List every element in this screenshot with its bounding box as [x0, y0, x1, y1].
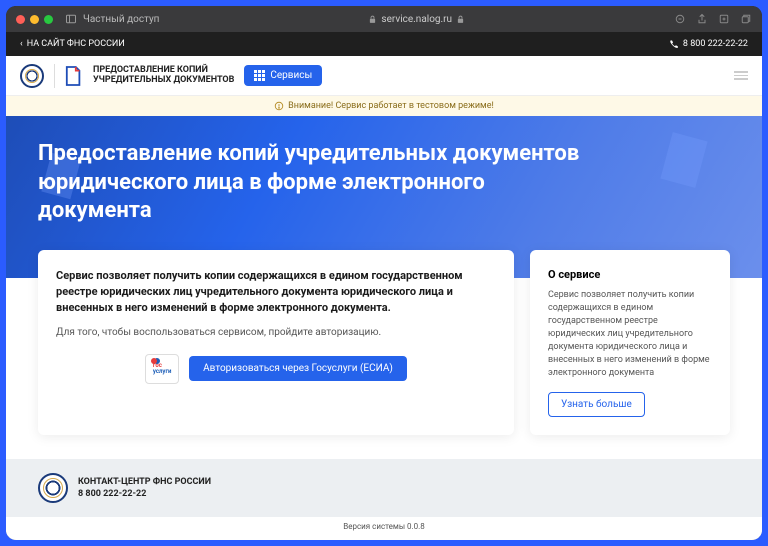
new-tab-icon[interactable]: [718, 13, 730, 25]
gosuslugi-dots-icon: [151, 358, 157, 364]
close-icon[interactable]: [16, 15, 25, 24]
divider: [54, 64, 55, 88]
auth-row: гос услуги Авторизоваться через Госуслуг…: [56, 354, 496, 384]
fns-emblem-icon: [20, 64, 44, 88]
reader-icon[interactable]: [674, 13, 686, 25]
minimize-icon[interactable]: [30, 15, 39, 24]
side-card-title: О сервисе: [548, 268, 712, 281]
phone-icon: [669, 39, 679, 49]
tab-label: Частный доступ: [83, 14, 159, 25]
service-title: ПРЕДОСТАВЛЕНИЕ КОПИЙ УЧРЕДИТЕЛЬНЫХ ДОКУМ…: [93, 66, 234, 86]
services-label: Сервисы: [270, 70, 312, 81]
auth-button[interactable]: Авторизоваться через Госуслуги (ЕСИА): [189, 356, 407, 381]
title-line2: УЧРЕДИТЕЛЬНЫХ ДОКУМЕНТОВ: [93, 76, 234, 86]
version-text: Версия системы 0.0.8: [6, 517, 762, 536]
hero-title: Предоставление копий учредительных докум…: [38, 140, 598, 226]
footer-emblem-icon: [38, 473, 68, 503]
document-logo-icon: [65, 65, 83, 87]
side-card-text: Сервис позволяет получить копии содержащ…: [548, 289, 712, 380]
warning-banner: Внимание! Сервис работает в тестовом реж…: [6, 96, 762, 116]
warning-text: Внимание! Сервис работает в тестовом реж…: [288, 101, 494, 111]
top-nav: ‹ НА САЙТ ФНС РОССИИ 8 800 222-22-22: [6, 32, 762, 56]
chevron-left-icon: ‹: [20, 39, 23, 49]
footer-contact: КОНТАКТ-ЦЕНТР ФНС РОССИИ 8 800 222-22-22: [78, 476, 211, 501]
footer: КОНТАКТ-ЦЕНТР ФНС РОССИИ 8 800 222-22-22: [6, 459, 762, 517]
header-phone[interactable]: 8 800 222-22-22: [669, 39, 748, 49]
gosuslugi-badge: гос услуги: [145, 354, 179, 384]
maximize-icon[interactable]: [44, 15, 53, 24]
back-link-text: НА САЙТ ФНС РОССИИ: [27, 39, 125, 49]
footer-contact-label: КОНТАКТ-ЦЕНТР ФНС РОССИИ: [78, 476, 211, 489]
warning-icon: [274, 101, 284, 111]
browser-tab[interactable]: Частный доступ: [65, 13, 159, 25]
main-card-text: Для того, чтобы воспользоваться сервисом…: [56, 326, 496, 340]
side-card: О сервисе Сервис позволяет получить копи…: [530, 250, 730, 435]
browser-actions: [674, 13, 752, 25]
header-phone-number: 8 800 222-22-22: [683, 39, 748, 49]
gos-blue: услуги: [153, 369, 171, 375]
browser-chrome: Частный доступ service.nalog.ru: [6, 6, 762, 32]
secure-lock-icon: [456, 15, 465, 24]
footer-phone: 8 800 222-22-22: [78, 488, 211, 501]
tabs-icon[interactable]: [740, 13, 752, 25]
page-content: ‹ НА САЙТ ФНС РОССИИ 8 800 222-22-22 ПРЕ…: [6, 32, 762, 540]
services-button[interactable]: Сервисы: [244, 65, 322, 86]
menu-button[interactable]: [734, 71, 748, 80]
main-card-heading: Сервис позволяет получить копии содержащ…: [56, 268, 496, 316]
url-text: service.nalog.ru: [381, 14, 452, 25]
browser-window: Частный доступ service.nalog.ru ‹ НА САЙ…: [6, 6, 762, 540]
share-icon[interactable]: [696, 13, 708, 25]
back-to-site-link[interactable]: ‹ НА САЙТ ФНС РОССИИ: [20, 39, 125, 49]
main-header: ПРЕДОСТАВЛЕНИЕ КОПИЙ УЧРЕДИТЕЛЬНЫХ ДОКУМ…: [6, 56, 762, 96]
content-area: Сервис позволяет получить копии содержащ…: [6, 250, 762, 435]
sidebar-icon: [65, 13, 77, 25]
grid-icon: [254, 70, 265, 81]
learn-more-button[interactable]: Узнать больше: [548, 392, 645, 417]
main-card: Сервис позволяет получить копии содержащ…: [38, 250, 514, 435]
address-bar[interactable]: service.nalog.ru: [165, 14, 668, 25]
lock-icon: [368, 15, 377, 24]
window-controls[interactable]: [16, 15, 53, 24]
